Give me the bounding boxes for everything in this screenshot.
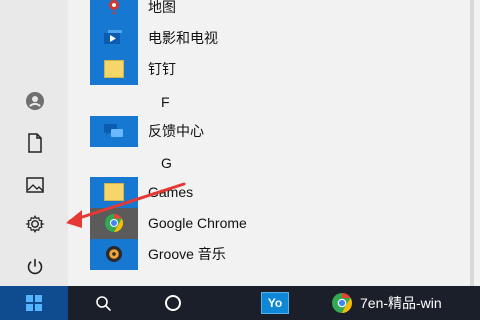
app-label: 地图: [148, 0, 176, 15]
cortana-button[interactable]: [156, 286, 190, 320]
browser-window-label: 7en-精品-win: [360, 295, 442, 311]
app-label: 电影和电视: [148, 30, 218, 46]
map-icon: [90, 0, 138, 23]
start-button[interactable]: [0, 286, 68, 320]
app-label: Groove 音乐: [148, 246, 226, 262]
documents-icon[interactable]: [18, 126, 52, 160]
yo-app-button[interactable]: Yo: [258, 286, 292, 320]
list-item-groove-music[interactable]: Groove 音乐: [90, 238, 450, 270]
list-item-movies-tv[interactable]: 电影和电视: [90, 22, 450, 54]
groove-music-icon: [90, 238, 138, 270]
search-button[interactable]: [86, 286, 120, 320]
scrollbar[interactable]: [470, 0, 474, 286]
app-list: 地图 电影和电视 钉钉 ⌄ F: [66, 0, 470, 286]
browser-window-button[interactable]: 7en-精品-win: [330, 286, 480, 320]
app-label: 反馈中心: [148, 123, 204, 139]
annotation-arrow: [66, 182, 186, 228]
section-header-g: G: [161, 155, 172, 171]
list-item-feedback-hub[interactable]: 反馈中心: [90, 115, 450, 147]
settings-icon[interactable]: [18, 207, 52, 241]
section-header-f: F: [161, 94, 170, 110]
feedback-hub-icon: [90, 115, 138, 147]
power-icon[interactable]: [18, 250, 52, 284]
pictures-icon[interactable]: [18, 168, 52, 202]
movies-tv-icon: [90, 22, 138, 54]
browser-icon: [332, 293, 352, 313]
list-item-maps[interactable]: 地图: [90, 0, 450, 23]
taskbar: Yo 7en-精品-win: [0, 286, 480, 320]
left-rail: [0, 0, 68, 286]
user-icon[interactable]: [18, 84, 52, 118]
yo-app-icon: Yo: [261, 292, 289, 314]
app-label: 钉钉: [148, 61, 176, 77]
folder-icon: [90, 53, 138, 85]
list-item-dingtalk[interactable]: 钉钉: [90, 53, 450, 85]
start-menu: 地图 电影和电视 钉钉 ⌄ F: [0, 0, 480, 286]
